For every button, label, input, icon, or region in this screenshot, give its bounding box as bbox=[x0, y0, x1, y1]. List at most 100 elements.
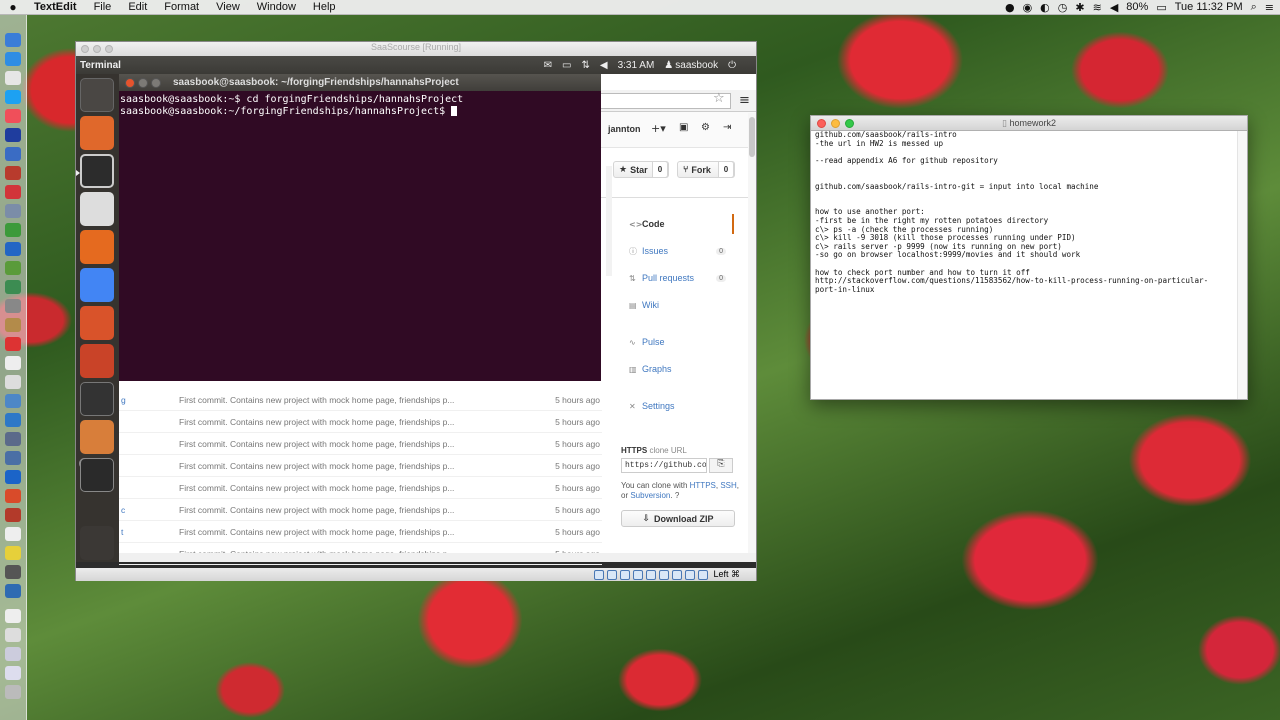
nav-settings[interactable]: ✕ Settings bbox=[622, 396, 734, 416]
mail-indicator-icon[interactable]: ✉ bbox=[544, 60, 552, 71]
terminal-dock-icon[interactable] bbox=[5, 565, 21, 579]
itunes-icon[interactable] bbox=[5, 109, 21, 123]
address-field[interactable] bbox=[601, 93, 731, 109]
stickies-icon[interactable] bbox=[5, 546, 21, 560]
menu-format[interactable]: Format bbox=[164, 1, 199, 13]
commit-message[interactable]: First commit. Contains new project with … bbox=[179, 527, 542, 537]
safari-icon[interactable] bbox=[5, 52, 21, 66]
volume-indicator-icon[interactable]: ◀ bbox=[600, 60, 608, 71]
clone-subversion-link[interactable]: Subversion bbox=[630, 491, 670, 500]
ubuntu-user[interactable]: saasbook bbox=[675, 60, 718, 71]
file-row[interactable]: t First commit. Contains new project with… bbox=[119, 521, 602, 543]
file-row[interactable]: First commit. Contains new project with … bbox=[119, 477, 602, 499]
virtualbox-window[interactable]: SaaScourse [Running] Terminal ✉ ▭ ⇅ ◀ 3:… bbox=[75, 41, 757, 581]
terminal-launcher-icon[interactable] bbox=[80, 154, 114, 188]
file-name[interactable]: c bbox=[119, 505, 179, 515]
virtualbox-icon[interactable] bbox=[5, 204, 21, 218]
create-new-icon[interactable]: +▾ bbox=[651, 122, 666, 135]
sign-out-icon[interactable]: ⇥ bbox=[723, 122, 731, 133]
file-name[interactable]: t bbox=[119, 527, 179, 537]
textedit-scrollbar[interactable] bbox=[1237, 131, 1247, 399]
battery-percent[interactable]: 80% bbox=[1126, 1, 1148, 13]
word-icon[interactable] bbox=[5, 242, 21, 256]
battery-icon[interactable]: ▭ bbox=[1156, 1, 1166, 14]
menu-window[interactable]: Window bbox=[257, 1, 296, 13]
cd-status-icon[interactable] bbox=[607, 569, 618, 580]
inbox-icon[interactable]: ▣ bbox=[679, 122, 688, 133]
time-machine-icon[interactable]: ◷ bbox=[1058, 1, 1068, 14]
nav-pull-requests[interactable]: ⇅ Pull requests 0 bbox=[622, 268, 734, 288]
menu-app-textedit[interactable]: TextEdit bbox=[34, 1, 77, 13]
textedit-document-body[interactable]: github.com/saasbook/rails-intro -the url… bbox=[811, 130, 1247, 294]
terminal-maximize-button[interactable] bbox=[151, 77, 161, 88]
file-name[interactable]: g bbox=[119, 395, 179, 405]
menu-file[interactable]: File bbox=[94, 1, 112, 13]
terminal-titlebar[interactable]: saasbook@saasbook: ~/forgingFriendships/… bbox=[119, 74, 601, 91]
terminal-close-button[interactable] bbox=[125, 77, 135, 88]
downloads-stack-icon[interactable] bbox=[5, 628, 21, 642]
host-key-icon[interactable] bbox=[698, 569, 709, 580]
calendar-icon[interactable] bbox=[5, 128, 21, 142]
fork-button[interactable]: ⑂ Fork 0 bbox=[677, 161, 735, 178]
ubuntu-power-icon[interactable]: ⏻ bbox=[728, 60, 736, 71]
textedit-titlebar[interactable]: ▯ homework2 bbox=[811, 116, 1247, 131]
nav-graphs[interactable]: ▥ Graphs bbox=[622, 359, 734, 379]
record-icon[interactable]: ● bbox=[1005, 1, 1015, 14]
vbox-minimize-button[interactable] bbox=[93, 45, 101, 53]
commit-message[interactable]: First commit. Contains new project with … bbox=[179, 483, 542, 493]
book-icon[interactable] bbox=[5, 166, 21, 180]
textedit-dock-icon[interactable] bbox=[5, 375, 21, 389]
nav-wiki[interactable]: ▤ Wiki bbox=[622, 295, 734, 315]
messages-icon[interactable] bbox=[5, 261, 21, 275]
document-icon[interactable] bbox=[5, 609, 21, 623]
clone-https-link[interactable]: HTTPS bbox=[690, 481, 716, 490]
terminal-minimize-button[interactable] bbox=[138, 77, 148, 88]
ubuntu-user-icon[interactable]: ♟ bbox=[664, 60, 673, 71]
pages-icon[interactable] bbox=[5, 527, 21, 541]
commit-message[interactable]: First commit. Contains new project with … bbox=[179, 461, 542, 471]
browser-url-bar[interactable]: ☆ ≡ bbox=[601, 90, 756, 112]
file-row[interactable]: c First commit. Contains new project with… bbox=[119, 499, 602, 521]
virtualbox-titlebar[interactable]: SaaScourse [Running] bbox=[76, 42, 756, 56]
volume-icon[interactable]: ◀ bbox=[1110, 1, 1118, 14]
commit-message[interactable]: First commit. Contains new project with … bbox=[179, 417, 542, 427]
system-prefs-icon[interactable] bbox=[5, 299, 21, 313]
settings-launcher-icon[interactable] bbox=[80, 344, 114, 378]
app-store-icon[interactable] bbox=[5, 413, 21, 427]
popcorn-icon[interactable] bbox=[5, 508, 21, 522]
excel-icon[interactable] bbox=[5, 223, 21, 237]
w-app-icon[interactable] bbox=[5, 470, 21, 484]
network-indicator-icon[interactable]: ⇅ bbox=[582, 60, 590, 71]
wifi-icon[interactable]: ≋ bbox=[1093, 1, 1102, 14]
commit-message[interactable]: First commit. Contains new project with … bbox=[179, 395, 542, 405]
finder-icon[interactable] bbox=[5, 33, 21, 47]
a-app-icon[interactable] bbox=[5, 185, 21, 199]
capture-status-icon[interactable] bbox=[672, 569, 683, 580]
nav-issues[interactable]: ⓘ Issues 0 bbox=[622, 241, 734, 261]
scroll-thumb[interactable] bbox=[749, 117, 755, 157]
star-button[interactable]: ★ Star 0 bbox=[613, 161, 669, 178]
bookmark-star-icon[interactable]: ☆ bbox=[713, 91, 725, 106]
screen-recorder-icon[interactable]: ◉ bbox=[1023, 1, 1033, 14]
settings-gear-icon[interactable]: ⚙ bbox=[701, 122, 710, 133]
battery-indicator-icon[interactable]: ▭ bbox=[562, 60, 571, 71]
nav-code[interactable]: <> Code bbox=[622, 214, 734, 234]
workspace-launcher-icon[interactable] bbox=[80, 382, 114, 416]
commit-message[interactable]: First commit. Contains new project with … bbox=[179, 439, 542, 449]
chromium-launcher-icon[interactable] bbox=[80, 268, 114, 302]
update-launcher-icon[interactable] bbox=[80, 420, 114, 454]
vbox-zoom-button[interactable] bbox=[105, 45, 113, 53]
textedit-minimize-button[interactable] bbox=[831, 119, 840, 128]
terminal-window[interactable]: saasbook@saasbook: ~/forgingFriendships/… bbox=[119, 74, 601, 381]
preview-icon[interactable] bbox=[5, 394, 21, 408]
trash-icon[interactable] bbox=[5, 685, 21, 699]
sync-icon[interactable]: ◐ bbox=[1040, 1, 1050, 14]
trash-launcher-icon[interactable] bbox=[80, 526, 114, 560]
notes-icon[interactable] bbox=[5, 318, 21, 332]
nav-pulse[interactable]: ∿ Pulse bbox=[622, 332, 734, 352]
spotlight-search-icon[interactable]: ⌕ bbox=[1251, 0, 1257, 14]
file-row[interactable]: First commit. Contains new project with … bbox=[119, 411, 602, 433]
skype-icon[interactable] bbox=[5, 90, 21, 104]
file-row[interactable]: g First commit. Contains new project with… bbox=[119, 389, 602, 411]
file-row[interactable]: First commit. Contains new project with … bbox=[119, 433, 602, 455]
